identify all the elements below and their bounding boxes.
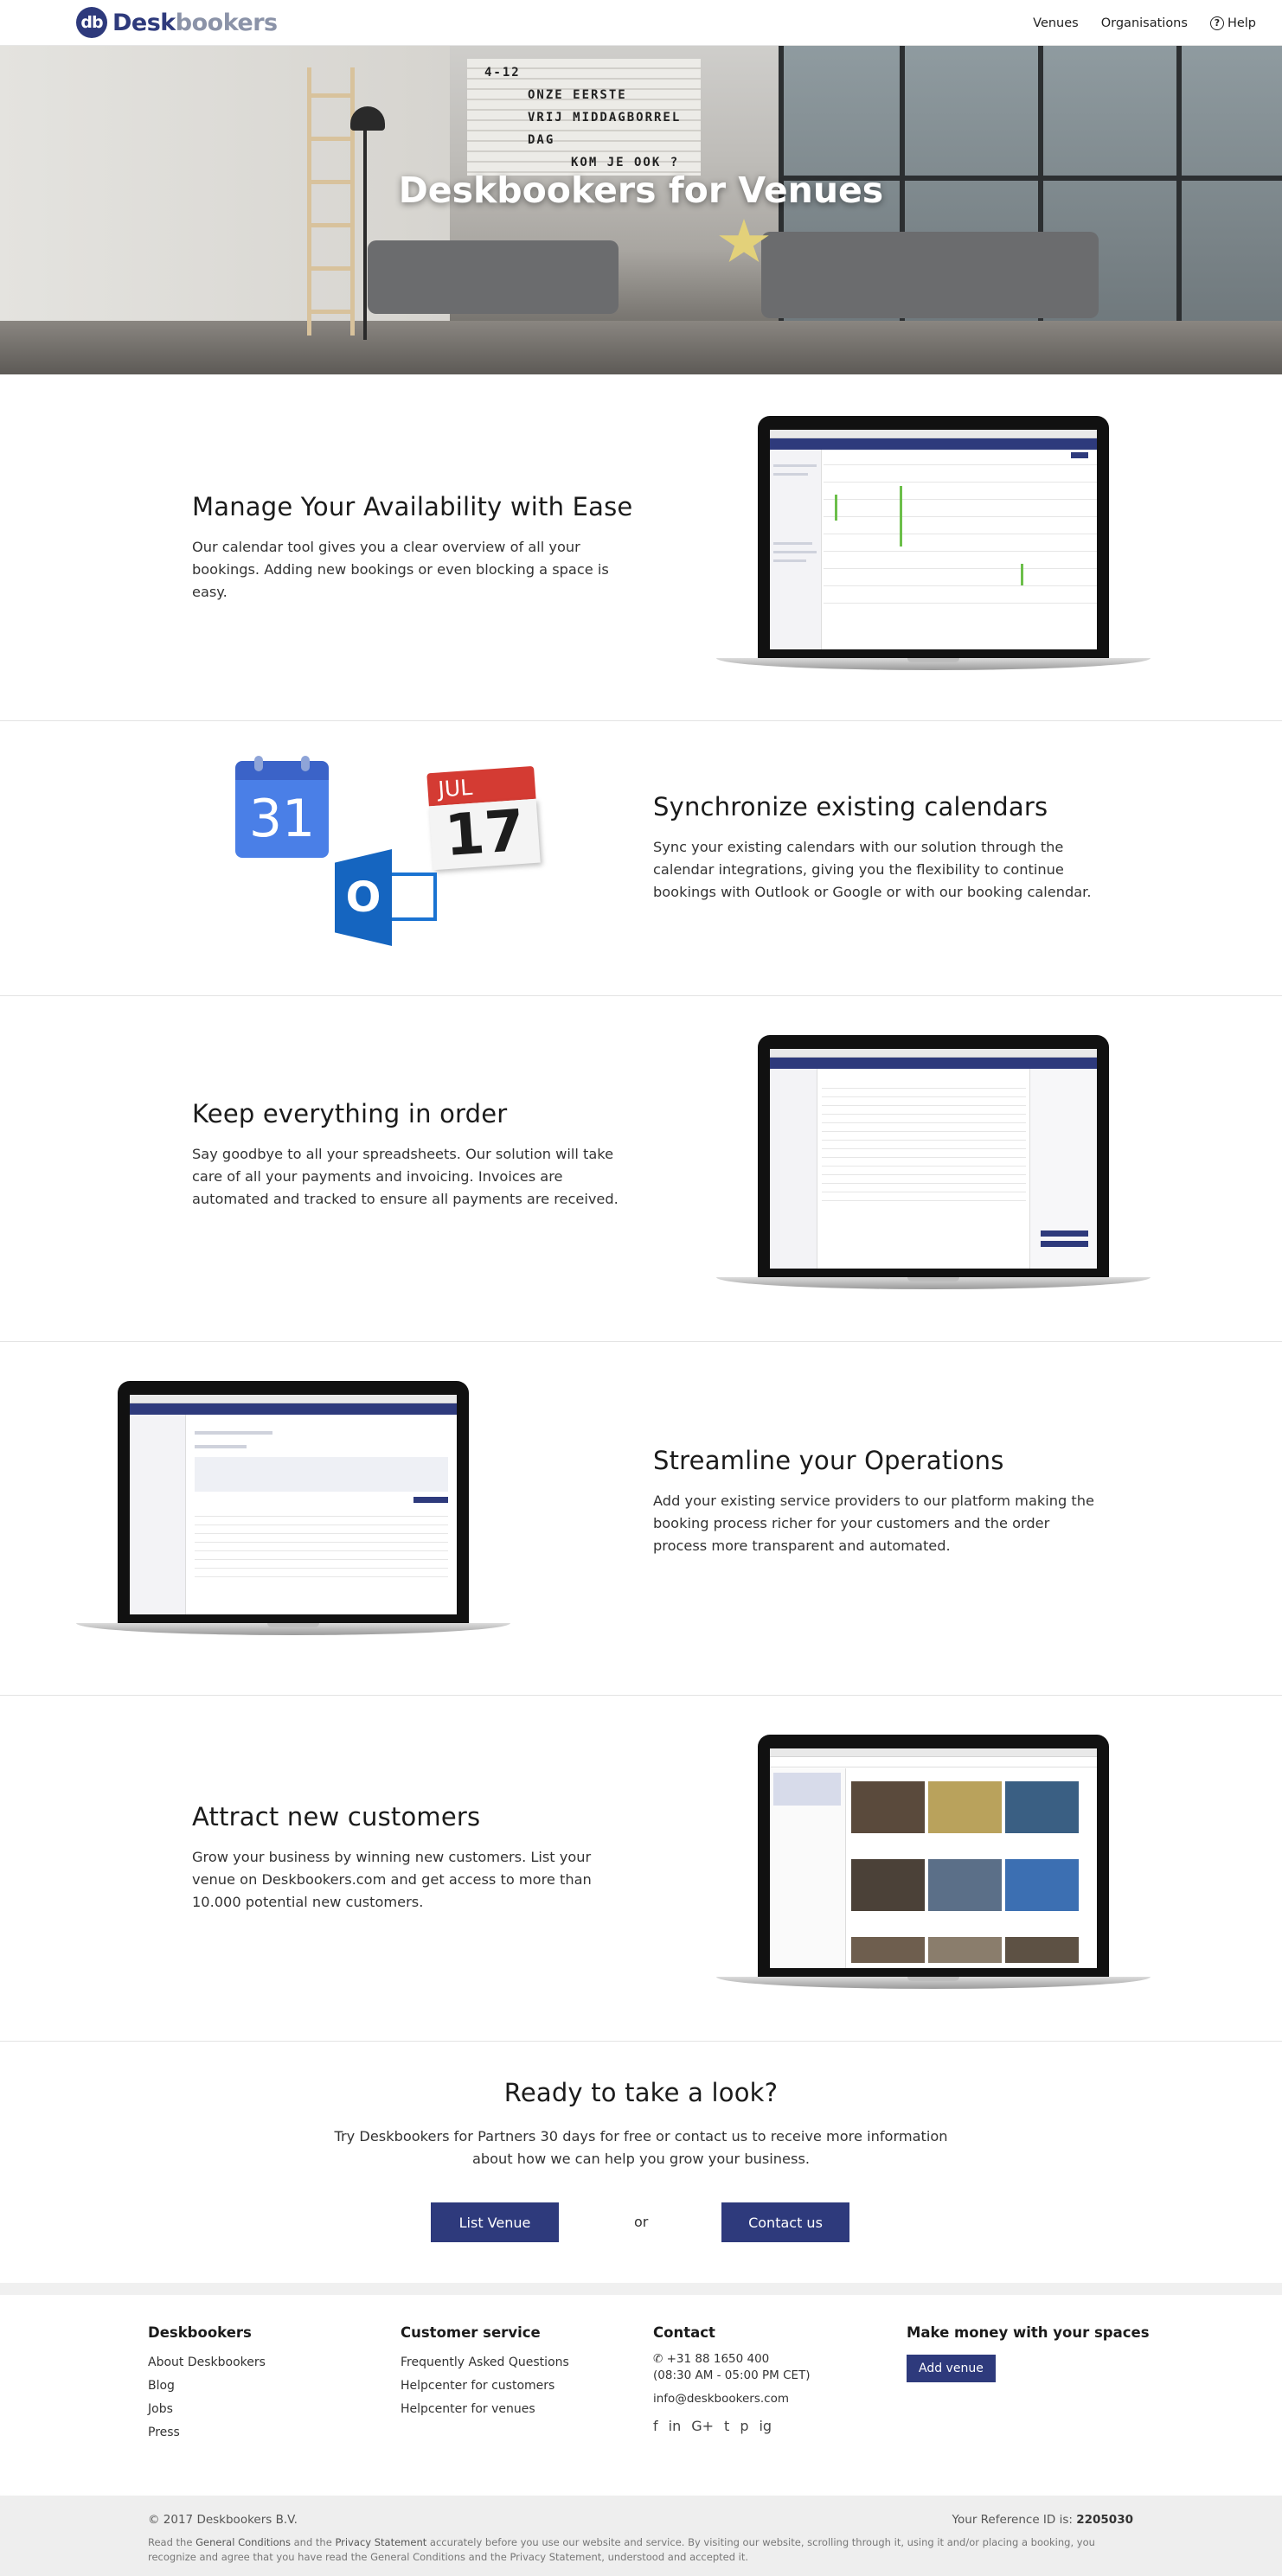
- contact-us-button[interactable]: Contact us: [721, 2202, 849, 2242]
- help-icon: ?: [1209, 16, 1224, 30]
- footer-link-help-venues[interactable]: Helpcenter for venues: [401, 2398, 569, 2421]
- deskbookers-logo[interactable]: db Deskbookers: [76, 7, 278, 38]
- nav-links: Venues Organisations ? Help: [1033, 0, 1256, 46]
- section-title: Manage Your Availability with Ease: [192, 492, 633, 521]
- sofa-left: [368, 240, 619, 314]
- section-sync: Synchronize existing calendars Sync your…: [0, 721, 1282, 996]
- footer-link-press[interactable]: Press: [148, 2421, 266, 2445]
- laptop-operations-screenshot: [76, 1381, 510, 1640]
- privacy-statement-link[interactable]: Privacy Statement: [335, 2536, 426, 2548]
- nav-link-organisations[interactable]: Organisations: [1101, 16, 1188, 30]
- footer-link-about[interactable]: About Deskbookers: [148, 2351, 266, 2375]
- nav-link-help[interactable]: ? Help: [1209, 16, 1256, 30]
- footer-heading: Deskbookers: [148, 2324, 252, 2341]
- hero-floor: [0, 321, 1282, 374]
- section-order: Keep everything in order Say goodbye to …: [0, 996, 1282, 1342]
- logo-wordmark: Deskbookers: [112, 9, 278, 36]
- cta-title: Ready to take a look?: [503, 2078, 779, 2107]
- cta-text: Try Deskbookers for Partners 30 days for…: [334, 2128, 948, 2167]
- hero-banner: 4-12 ONZE EERSTE VRIJ MIDDAGBORREL DAG K…: [0, 46, 1282, 374]
- or-label: or: [634, 2214, 649, 2230]
- google-calendar-icon: 31: [235, 756, 329, 858]
- section-text: Our calendar tool gives you a clear over…: [192, 539, 609, 600]
- instagram-icon[interactable]: ig: [759, 2418, 772, 2434]
- section-title: Synchronize existing calendars: [653, 792, 1048, 821]
- laptop-calendar-screenshot: [716, 416, 1151, 675]
- contact-phone[interactable]: +31 88 1650 400: [667, 2352, 770, 2366]
- facebook-icon[interactable]: f: [653, 2418, 658, 2434]
- footer: Deskbookers About Deskbookers Blog Jobs …: [0, 2283, 1282, 2496]
- twitter-icon[interactable]: t: [724, 2418, 729, 2434]
- legal-text: Read the General Conditions and the Priv…: [148, 2536, 1095, 2563]
- laptop-marketplace-screenshot: [716, 1735, 1151, 1994]
- footer-bottom-bar: © 2017 Deskbookers B.V. Your Reference I…: [0, 2496, 1282, 2576]
- footer-link-jobs[interactable]: Jobs: [148, 2398, 266, 2421]
- phone-icon: ✆: [653, 2352, 663, 2366]
- section-operations: Streamline your Operations Add your exis…: [0, 1342, 1282, 1696]
- nav-link-venues[interactable]: Venues: [1033, 16, 1079, 30]
- copyright-text: © 2017 Deskbookers B.V.: [148, 2513, 298, 2527]
- footer-heading: Make money with your spaces: [907, 2324, 1150, 2341]
- section-title: Streamline your Operations: [653, 1446, 1004, 1475]
- hero-title: Deskbookers for Venues: [398, 169, 884, 211]
- section-customers: Attract new customers Grow your business…: [0, 1696, 1282, 2042]
- footer-col-deskbookers: Deskbookers About Deskbookers Blog Jobs …: [148, 2324, 266, 2445]
- board-line: DAG: [528, 133, 555, 147]
- floor-lamp: [363, 124, 367, 340]
- footer-link-blog[interactable]: Blog: [148, 2375, 266, 2398]
- footer-link-faq[interactable]: Frequently Asked Questions: [401, 2351, 569, 2375]
- contact-hours: (08:30 AM - 05:00 PM CET): [653, 2368, 811, 2382]
- footer-link-help-customers[interactable]: Helpcenter for customers: [401, 2375, 569, 2398]
- letter-board: 4-12 ONZE EERSTE VRIJ MIDDAGBORREL DAG K…: [467, 59, 701, 176]
- section-text: Add your existing service providers to o…: [653, 1493, 1094, 1554]
- help-label: Help: [1227, 16, 1256, 30]
- social-links: f in G+ t p ig: [653, 2418, 811, 2434]
- board-line: KOM JE OOK ?: [571, 156, 680, 169]
- section-text: Grow your business by winning new custom…: [192, 1849, 592, 1910]
- add-venue-button[interactable]: Add venue: [907, 2355, 996, 2382]
- top-navbar: db Deskbookers Venues Organisations ? Hel…: [0, 0, 1282, 46]
- logo-mark: db: [76, 7, 107, 38]
- laptop-invoice-screenshot: [716, 1035, 1151, 1294]
- list-venue-button[interactable]: List Venue: [431, 2202, 559, 2242]
- sofa-right: [761, 232, 1099, 318]
- cta-section: Ready to take a look? Try Deskbookers fo…: [0, 2042, 1282, 2283]
- pinterest-icon[interactable]: p: [740, 2418, 748, 2434]
- footer-col-make-money: Make money with your spaces Add venue: [907, 2324, 1150, 2382]
- board-line: ONZE EERSTE: [528, 88, 627, 102]
- section-text: Say goodbye to all your spreadsheets. Ou…: [192, 1146, 619, 1207]
- general-conditions-link[interactable]: General Conditions: [196, 2536, 291, 2548]
- footer-heading: Contact: [653, 2324, 715, 2341]
- footer-col-customer-service: Customer service Frequently Asked Questi…: [401, 2324, 569, 2421]
- section-title: Attract new customers: [192, 1802, 481, 1831]
- linkedin-icon[interactable]: in: [669, 2418, 682, 2434]
- section-text: Sync your existing calendars with our so…: [653, 839, 1092, 900]
- google-plus-icon[interactable]: G+: [691, 2418, 714, 2434]
- board-line: VRIJ MIDDAGBORREL: [528, 111, 682, 125]
- apple-calendar-icon: JUL 17: [426, 765, 541, 871]
- outlook-icon: O: [335, 849, 439, 946]
- section-title: Keep everything in order: [192, 1099, 508, 1128]
- footer-heading: Customer service: [401, 2324, 541, 2341]
- reference-id: Your Reference ID is: 2205030: [952, 2513, 1133, 2527]
- footer-col-contact: Contact ✆ +31 88 1650 400 (08:30 AM - 05…: [653, 2324, 811, 2434]
- contact-email[interactable]: info@deskbookers.com: [653, 2392, 811, 2406]
- board-line: 4-12: [484, 66, 521, 80]
- section-availability: Manage Your Availability with Ease Our c…: [0, 374, 1282, 721]
